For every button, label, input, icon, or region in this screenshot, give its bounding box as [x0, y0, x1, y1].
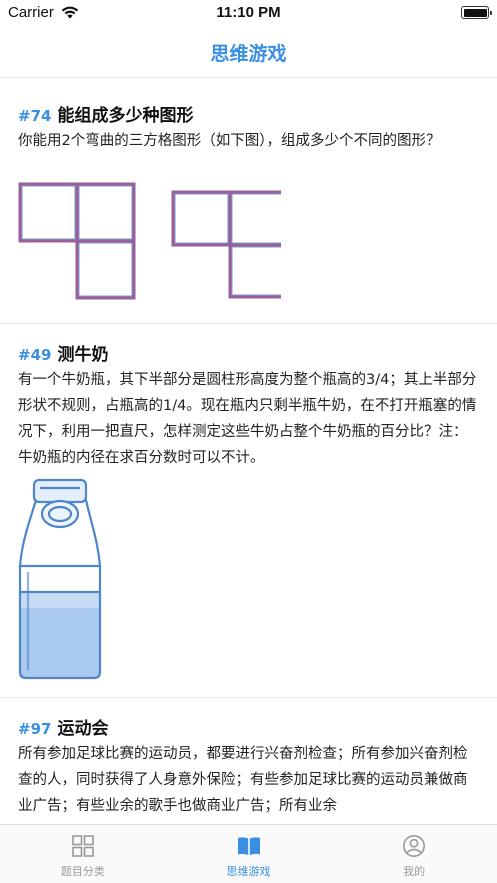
- clock: 11:10 PM: [216, 4, 281, 21]
- tab-categories[interactable]: 题目分类: [0, 825, 166, 883]
- tab-label: 思维游戏: [226, 865, 271, 878]
- puzzle-card-97[interactable]: #97 运动会 所有参加足球比赛的运动员，都要进行兴奋剂检查；所有参加兴奋剂检查…: [0, 698, 497, 824]
- tab-label: 题目分类: [60, 865, 105, 878]
- tab-bar: 题目分类 思维游戏 我的: [0, 824, 497, 883]
- battery-icon: [461, 6, 492, 19]
- milk-bottle-image: [18, 478, 102, 680]
- puzzle-number: #97: [18, 720, 52, 738]
- tab-thinking-games[interactable]: 思维游戏: [166, 825, 332, 883]
- tab-label: 我的: [403, 865, 426, 878]
- puzzle-list[interactable]: #74 能组成多少种图形 你能用2个弯曲的三方格图形（如下图），组成多少个不同的…: [0, 79, 497, 824]
- tab-profile[interactable]: 我的: [331, 825, 497, 883]
- user-icon: [403, 835, 426, 857]
- puzzle-card-49[interactable]: #49 测牛奶 有一个牛奶瓶，其下半部分是圆柱形高度为整个瓶高的3/4；其上半部…: [0, 324, 497, 698]
- puzzle-description: 所有参加足球比赛的运动员，都要进行兴奋剂检查；所有参加兴奋剂检查的人，同时获得了…: [18, 746, 468, 814]
- puzzle-number: #74: [18, 107, 52, 125]
- puzzle-title: 能组成多少种图形: [57, 106, 194, 126]
- tromino-figure-image: [18, 182, 281, 300]
- puzzle-title: 运动会: [57, 719, 109, 739]
- book-icon: [237, 837, 260, 855]
- puzzle-title: 测牛奶: [57, 345, 109, 365]
- page-title: 思维游戏: [210, 43, 287, 65]
- puzzle-number: #49: [18, 346, 52, 364]
- puzzle-description: 你能用2个弯曲的三方格图形（如下图），组成多少个不同的图形？: [18, 133, 441, 149]
- status-bar: Carrier 11:10 PM: [0, 0, 497, 26]
- grid-icon: [72, 835, 94, 857]
- puzzle-description: 有一个牛奶瓶，其下半部分是圆柱形高度为整个瓶高的3/4；其上半部分形状不规则，占…: [18, 372, 477, 466]
- puzzle-card-74[interactable]: #74 能组成多少种图形 你能用2个弯曲的三方格图形（如下图），组成多少个不同的…: [0, 79, 497, 324]
- navigation-bar: 思维游戏: [0, 26, 497, 78]
